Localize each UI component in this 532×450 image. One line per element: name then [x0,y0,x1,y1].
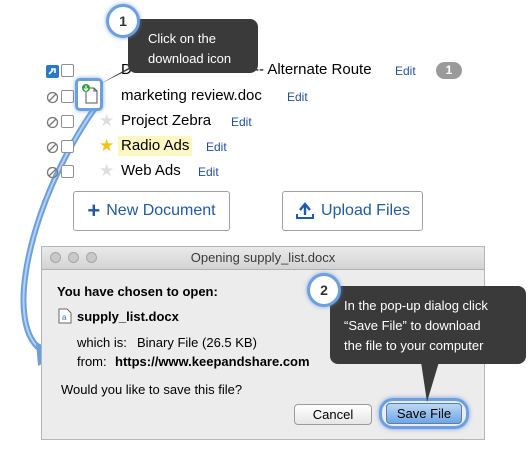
edit-link[interactable]: Edit [198,164,219,180]
row-checkbox[interactable] [61,165,74,178]
row-checkbox[interactable] [61,90,74,103]
from-value: https://www.keepandshare.com [115,354,310,369]
callout-text-line: the file to your computer [344,338,484,353]
no-share-icon [46,141,59,154]
upload-files-button[interactable]: Upload Files [282,191,423,231]
from-label: from: [77,354,107,369]
callout-pointer [100,66,136,84]
dialog-titlebar: Opening supply_list.docx [42,247,484,270]
no-share-icon [46,166,59,179]
upload-files-label: Upload Files [321,202,410,219]
step2-badge: 2 [307,273,341,307]
callout-text-line: download icon [148,51,232,66]
step1-badge: 1 [106,4,140,38]
no-share-icon [46,91,59,104]
callout-text-line: In the pop-up dialog click [344,298,488,313]
upload-icon [296,202,315,219]
svg-text:a: a [62,313,67,322]
cancel-button[interactable]: Cancel [294,404,372,425]
step1-callout: Click on the download icon [128,19,258,73]
file-name[interactable]: Project Zebra [121,111,211,131]
document-icon: a [58,308,72,324]
file-name[interactable]: marketing review.doc [121,86,262,106]
star-icon[interactable]: ★ [99,136,114,156]
file-name-tail[interactable]: -- Alternate Route [254,60,372,80]
row-checkbox[interactable] [61,115,74,128]
dialog-title: Opening supply_list.docx [190,250,336,265]
star-icon[interactable]: ★ [99,111,114,131]
callout-pointer [421,362,439,402]
which-is-label: which is: [77,335,127,350]
callout-text-line: Click on the [148,31,216,46]
save-file-button[interactable]: Save File [386,403,462,424]
row-checkbox[interactable] [61,64,74,77]
count-badge: 1 [436,62,462,79]
file-row[interactable]: ★ Radio Ads Edit [0,136,532,161]
dialog-heading: You have chosen to open: [57,284,218,299]
star-icon[interactable]: ★ [99,161,114,181]
edit-link[interactable]: Edit [287,89,308,105]
file-row[interactable]: ★ Project Zebra Edit [0,111,532,136]
edit-link[interactable]: Edit [395,63,416,79]
file-name[interactable]: Web Ads [121,161,181,181]
step2-callout: In the pop-up dialog click “Save File” t… [330,286,526,364]
dialog-filename: supply_list.docx [77,309,179,324]
save-question: Would you like to save this file? [61,382,243,397]
file-row[interactable]: ★ Web Ads Edit [0,161,532,186]
callout-text-line: “Save File” to download [344,318,481,333]
no-share-icon [46,116,59,129]
plus-icon: + [87,198,101,223]
new-document-button[interactable]: + New Document [73,191,230,231]
which-is-value: Binary File (26.5 KB) [137,335,257,350]
edit-link[interactable]: Edit [231,114,252,130]
shared-icon [46,65,59,78]
new-document-label: New Document [106,202,216,219]
file-name[interactable]: Radio Ads [118,136,193,156]
edit-link[interactable]: Edit [206,139,227,155]
row-checkbox[interactable] [61,140,74,153]
